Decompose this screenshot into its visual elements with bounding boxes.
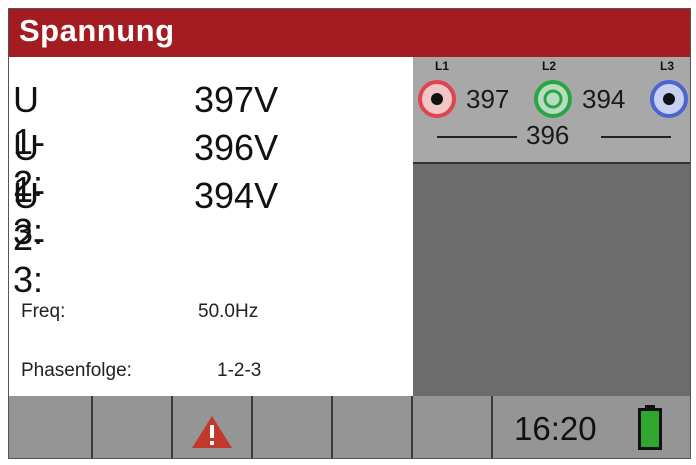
frequency-value: 50.0Hz — [198, 301, 259, 322]
phase-label-l3: L3 — [660, 59, 675, 73]
page-title: Spannung — [19, 13, 175, 48]
softkey-5[interactable] — [333, 396, 413, 458]
phase-sequence-row: Phasenfolge: 1-2-3 — [21, 360, 261, 382]
softkey-1[interactable] — [9, 396, 93, 458]
voltage-label: U 2-3: — [13, 175, 46, 300]
warning-icon — [192, 416, 232, 448]
l1-terminal-icon — [418, 80, 456, 118]
phase-sequence-label: Phasenfolge: — [21, 360, 132, 381]
voltage-l1-l2: 397 — [466, 84, 510, 114]
measurement-panel: U 1-2: 397V U 1-3: 396V U 2-3: 394V Freq… — [9, 57, 413, 396]
voltage-value: 396V — [194, 127, 279, 168]
l2-terminal-icon — [534, 80, 572, 118]
device-screen: Spannung U 1-2: 397V U 1-3: 396V U 2-3: … — [8, 8, 691, 459]
voltage-value: 394V — [194, 175, 279, 216]
voltage-value: 397V — [194, 79, 279, 120]
softkey-4[interactable] — [253, 396, 333, 458]
soft-key-bar: 16:20 — [9, 396, 690, 458]
battery-full-icon — [638, 405, 662, 450]
phase-diagram: L1 L2 L3 397 394 396 — [413, 57, 690, 164]
l3-terminal-icon — [650, 80, 688, 118]
connector-line-left — [437, 136, 517, 138]
voltage-l1-l3: 396 — [526, 120, 570, 150]
title-bar: Spannung — [9, 9, 690, 57]
phase-label-l2: L2 — [542, 59, 557, 73]
softkey-2[interactable] — [93, 396, 173, 458]
frequency-row: Freq: 50.0Hz — [21, 301, 258, 323]
voltage-l2-l3: 394 — [582, 84, 626, 114]
softkey-6[interactable] — [413, 396, 493, 458]
connection-panel: L1 L2 L3 397 394 396 — [413, 57, 690, 396]
frequency-label: Freq: — [21, 301, 66, 322]
phase-label-l1: L1 — [435, 59, 450, 73]
connector-line-right — [601, 136, 671, 138]
phase-sequence-value: 1-2-3 — [217, 360, 262, 381]
softkey-3[interactable] — [173, 396, 253, 458]
clock-time: 16:20 — [514, 410, 597, 447]
